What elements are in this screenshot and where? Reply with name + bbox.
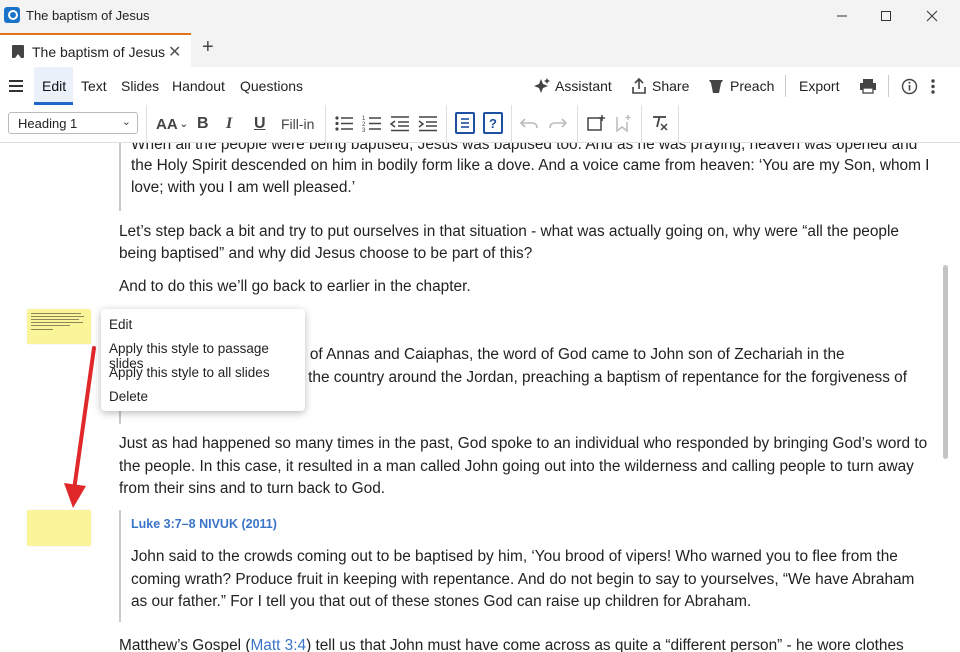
paragraph-line: Just as had happened so many times in th…	[119, 435, 928, 452]
tab-bar: The baptism of Jesus ✕ +	[0, 31, 960, 67]
pulpit-icon	[709, 80, 723, 93]
paragraph-line: from their sins and to turn back to God.	[119, 480, 386, 497]
italic-button[interactable]: I	[226, 113, 232, 135]
clear-formatting-icon[interactable]	[651, 115, 668, 132]
redo-icon[interactable]	[549, 117, 567, 130]
question-block-button[interactable]: ?	[483, 112, 503, 134]
document-tab[interactable]: The baptism of Jesus ✕	[0, 33, 191, 67]
export-button[interactable]: Export	[799, 78, 839, 94]
divider	[577, 105, 578, 142]
chevron-down-icon: ⌄	[121, 116, 131, 128]
share-icon	[632, 77, 646, 94]
preach-button[interactable]: Preach	[730, 78, 774, 94]
tab-text[interactable]: Text	[81, 78, 107, 94]
tab-handout[interactable]: Handout	[172, 78, 225, 94]
slide-thumbnail-empty[interactable]	[27, 510, 91, 546]
title-bar: The baptism of Jesus	[0, 0, 960, 31]
menu-item-apply-all-slides[interactable]: Apply this style to all slides	[109, 365, 270, 380]
divider	[641, 105, 642, 142]
paragraph-text: ) tell us that John must have come acros…	[306, 637, 904, 652]
indent-icon[interactable]	[418, 115, 438, 132]
scripture-link[interactable]: Matt 3:4	[250, 637, 306, 652]
question-icon: ?	[489, 115, 497, 131]
scrollbar-thumb[interactable]	[943, 265, 948, 459]
window-title: The baptism of Jesus	[26, 8, 150, 23]
add-slide-icon[interactable]	[587, 114, 605, 132]
style-select-value: Heading 1	[18, 116, 78, 131]
minimize-button[interactable]	[820, 0, 864, 31]
passage-line: love; with you I am well pleased.’	[131, 179, 356, 196]
passage-block-button[interactable]	[455, 112, 475, 134]
close-window-button[interactable]	[910, 0, 954, 31]
svg-text:3: 3	[362, 128, 366, 132]
menu-bar: Edit Text Slides Handout Questions Assis…	[0, 67, 960, 106]
share-button[interactable]: Share	[652, 78, 689, 94]
divider	[446, 105, 447, 142]
menu-item-edit[interactable]: Edit	[109, 317, 132, 332]
undo-icon[interactable]	[520, 117, 538, 130]
bold-button[interactable]: B	[197, 113, 209, 135]
annotation-arrow	[64, 346, 96, 508]
numbered-list-icon[interactable]: 123	[362, 115, 382, 132]
font-size-button[interactable]: AA ⌄	[156, 113, 188, 135]
paragraph-line: being baptised” and why did Jesus choose…	[119, 245, 533, 262]
thumbnail-text-lines	[31, 313, 87, 332]
passage-line: coming wrath? Produce fruit in keeping w…	[131, 571, 915, 588]
bullet-list-icon[interactable]	[334, 115, 354, 132]
tab-label: The baptism of Jesus	[32, 44, 166, 60]
passage-line: as our father.” For I tell you that out …	[131, 593, 752, 610]
paragraph-text: Matthew’s Gospel (	[119, 637, 251, 652]
paragraph-line: Matthew’s Gospel (Matt 3:4) tell us that…	[119, 635, 904, 652]
chevron-down-icon: ⌄	[179, 118, 189, 130]
tab-close-icon[interactable]: ✕	[168, 42, 181, 62]
tab-slides[interactable]: Slides	[121, 78, 159, 94]
new-tab-button[interactable]: +	[202, 36, 214, 59]
minimize-icon	[837, 15, 847, 16]
passage-line: the Holy Spirit descended on him in bodi…	[131, 157, 930, 174]
divider	[511, 105, 512, 142]
sparkle-icon	[534, 78, 550, 93]
outdent-icon[interactable]	[390, 115, 410, 132]
tab-edit[interactable]: Edit	[42, 78, 66, 94]
passage-line: d of Annas and Caiaphas, the word of God…	[297, 346, 845, 363]
passage-block-icon	[461, 118, 469, 128]
divider	[325, 105, 326, 142]
bookmark-add-icon[interactable]	[615, 114, 631, 132]
tab-questions[interactable]: Questions	[240, 78, 303, 94]
info-icon[interactable]	[901, 78, 918, 95]
paragraph-style-select[interactable]: Heading 1 ⌄	[8, 112, 138, 134]
divider	[888, 75, 889, 97]
assistant-button[interactable]: Assistant	[555, 78, 612, 94]
menu-item-delete[interactable]: Delete	[109, 389, 148, 404]
context-menu: Edit Apply this style to passage slides …	[101, 309, 305, 411]
passage-line: John said to the crowds coming out to be…	[131, 548, 898, 565]
paragraph-line: And to do this we’ll go back to earlier …	[119, 278, 471, 295]
paragraph-line: Let’s step back a bit and try to put our…	[119, 223, 899, 240]
passage-reference[interactable]: Luke 3:7–8 NIVUK (2011)	[131, 517, 277, 531]
divider	[785, 75, 786, 97]
format-toolbar: Heading 1 ⌄ AA ⌄ B I U Fill-in 123 ?	[0, 105, 960, 143]
passage-line: ll the country around the Jordan, preach…	[297, 369, 908, 386]
passage-quote-bar	[119, 510, 121, 622]
print-icon[interactable]	[859, 78, 877, 94]
font-size-label: AA	[156, 115, 178, 133]
hamburger-menu-icon[interactable]	[9, 80, 23, 92]
maximize-icon	[881, 10, 891, 21]
close-icon	[926, 10, 938, 21]
fill-in-button[interactable]: Fill-in	[281, 113, 314, 135]
bookmark-doc-icon	[12, 45, 24, 58]
slide-thumbnail[interactable]	[27, 309, 91, 344]
divider	[146, 105, 147, 142]
more-vertical-icon[interactable]	[929, 78, 937, 95]
divider	[678, 105, 679, 142]
app-logo-icon	[4, 7, 20, 23]
paragraph-line: the people. In this case, it resulted in…	[119, 458, 914, 475]
underline-button[interactable]: U	[254, 113, 266, 135]
maximize-button[interactable]	[864, 0, 908, 31]
passage-quote-bar	[119, 143, 121, 211]
